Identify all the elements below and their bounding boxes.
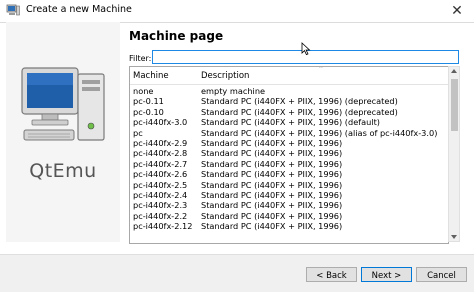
side-panel: QtEmu	[6, 22, 120, 242]
machine-cell: pc-i440fx-2.12	[133, 221, 193, 232]
description-cell: Standard PC (i440FX + PIIX, 1996)	[201, 158, 343, 169]
machine-cell: pc-i440fx-3.0	[133, 117, 188, 128]
table-row[interactable]: pc-0.11 Standard PC (i440FX + PIIX, 1996)…	[130, 96, 448, 106]
table-row[interactable]: pc-i440fx-3.0 Standard PC (i440FX + PIIX,…	[130, 117, 448, 127]
table-row[interactable]: pc Standard PC (i440FX + PIIX, 1996) (ali…	[130, 128, 448, 138]
column-header-description[interactable]: Description	[201, 71, 249, 81]
window-title: Create a new Machine	[26, 4, 132, 15]
table-row[interactable]: pc-i440fx-2.3 Standard PC (i440FX + PIIX,…	[130, 200, 448, 210]
machine-cell: pc-i440fx-2.6	[133, 169, 188, 180]
machine-cell: pc-0.11	[133, 96, 164, 107]
description-cell: Standard PC (i440FX + PIIX, 1996)	[201, 210, 343, 221]
table-row[interactable]: pc-i440fx-2.8 Standard PC (i440FX + PIIX,…	[130, 148, 448, 158]
mouse-cursor-icon	[301, 42, 311, 56]
close-button[interactable]: ✕	[440, 0, 474, 22]
table-row[interactable]: pc-i440fx-2.5 Standard PC (i440FX + PIIX,…	[130, 180, 448, 190]
table-row[interactable]: pc-0.10 Standard PC (i440FX + PIIX, 1996)…	[130, 107, 448, 117]
description-cell: empty machine	[201, 86, 266, 96]
description-cell: Standard PC (i440FX + PIIX, 1996)	[201, 138, 343, 148]
description-cell: Standard PC (i440FX + PIIX, 1996) (depre…	[201, 96, 398, 107]
description-cell: Standard PC (i440FX + PIIX, 1996)	[201, 190, 343, 200]
app-icon	[6, 4, 20, 16]
page-title: Machine page	[129, 29, 224, 43]
cancel-button[interactable]: Cancel	[416, 267, 467, 282]
table-row[interactable]: pc-i440fx-2.4 Standard PC (i440FX + PIIX,…	[130, 190, 448, 200]
table-row[interactable]: pc-i440fx-2.9 Standard PC (i440FX + PIIX,…	[130, 138, 448, 148]
column-header-machine[interactable]: Machine	[133, 71, 169, 81]
computer-monitor-tower-icon	[21, 67, 105, 141]
vertical-scrollbar[interactable]	[448, 66, 460, 242]
scrollbar-thumb[interactable]	[451, 79, 458, 131]
machine-table: Machine Description ⌃ none empty machine p…	[129, 66, 449, 244]
description-cell: Standard PC (i440FX + PIIX, 1996)	[201, 221, 343, 232]
description-cell: Standard PC (i440FX + PIIX, 1996) (alias…	[201, 127, 438, 138]
table-header: Machine Description ⌃	[130, 67, 448, 85]
next-button[interactable]: Next >	[361, 267, 412, 282]
machine-cell: pc-i440fx-2.3	[133, 200, 188, 211]
machine-cell: pc-i440fx-2.8	[133, 148, 188, 159]
machine-cell: pc-i440fx-2.9	[133, 138, 188, 148]
app-name: QtEmu	[29, 160, 97, 182]
table-row[interactable]: pc-i440fx-2.12 Standard PC (i440FX + PIIX…	[130, 221, 448, 231]
description-cell: Standard PC (i440FX + PIIX, 1996)	[201, 179, 343, 190]
filter-label: Filter:	[129, 54, 152, 63]
sort-indicator-icon: ⌃	[318, 66, 324, 73]
machine-cell: pc-i440fx-2.2	[133, 210, 188, 221]
description-cell: Standard PC (i440FX + PIIX, 1996)	[201, 169, 343, 180]
machine-cell: none	[133, 86, 154, 96]
title-bar: Create a new Machine ✕	[0, 0, 474, 23]
machine-cell: pc	[133, 127, 143, 138]
table-row[interactable]: pc-i440fx-2.7 Standard PC (i440FX + PIIX,…	[130, 159, 448, 169]
table-row[interactable]: pc-i440fx-2.2 Standard PC (i440FX + PIIX,…	[130, 211, 448, 221]
scroll-down-arrow-icon[interactable]	[451, 235, 457, 239]
table-row[interactable]: none empty machine	[130, 86, 448, 96]
close-icon: ✕	[451, 3, 463, 19]
machine-cell: pc-i440fx-2.4	[133, 190, 188, 200]
back-button[interactable]: < Back	[306, 267, 357, 282]
machine-cell: pc-i440fx-2.7	[133, 158, 188, 169]
machine-cell: pc-0.10	[133, 106, 164, 117]
description-cell: Standard PC (i440FX + PIIX, 1996)	[201, 200, 343, 211]
table-row[interactable]: pc-i440fx-2.6 Standard PC (i440FX + PIIX,…	[130, 169, 448, 179]
description-cell: Standard PC (i440FX + PIIX, 1996) (defau…	[201, 117, 380, 128]
description-cell: Standard PC (i440FX + PIIX, 1996) (depre…	[201, 106, 398, 117]
scroll-up-arrow-icon[interactable]	[451, 69, 457, 73]
description-cell: Standard PC (i440FX + PIIX, 1996)	[201, 148, 343, 159]
machine-cell: pc-i440fx-2.5	[133, 179, 188, 190]
